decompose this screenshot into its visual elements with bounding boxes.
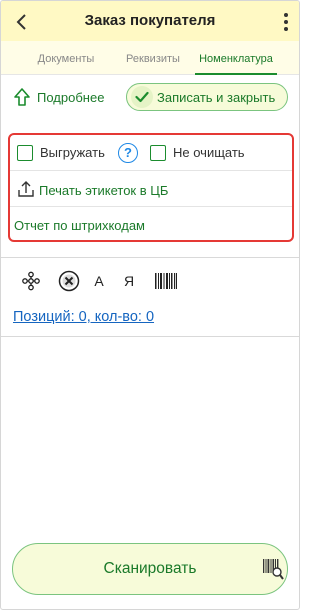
barcode-scanner-icon <box>263 559 284 580</box>
save-and-close-label: Записать и закрыть <box>157 89 276 105</box>
page-title: Заказ покупателя <box>84 12 216 29</box>
divider <box>1 257 299 258</box>
options-checkbox-row: Выгружать ? Не очищать <box>10 135 292 171</box>
no-clear-checkbox[interactable] <box>150 145 166 161</box>
tab-documents[interactable]: Документы <box>23 41 109 75</box>
options-panel: Выгружать ? Не очищать Печать этикеток в… <box>8 133 294 242</box>
sort-desc-letter: Я <box>123 273 135 289</box>
checkmark-icon <box>131 86 153 108</box>
scan-button[interactable]: Сканировать <box>12 543 288 595</box>
tab-requisites[interactable]: Реквизиты <box>115 41 191 75</box>
divider <box>1 336 299 337</box>
clear-button[interactable] <box>57 267 81 295</box>
menu-dot-icon <box>284 13 288 17</box>
print-labels-link[interactable]: Печать этикеток в ЦБ <box>39 183 168 198</box>
upload-icon <box>18 181 34 197</box>
scan-label: Сканировать <box>103 560 197 577</box>
sort-ascending-button[interactable]: А <box>91 267 107 295</box>
chevron-left-icon <box>16 14 26 30</box>
print-labels-row[interactable]: Печать этикеток в ЦБ <box>10 171 292 207</box>
more-menu-button[interactable] <box>279 9 293 35</box>
barcode-report-row[interactable]: Отчет по штрихкодам <box>10 207 292 242</box>
details-label: Подробнее <box>37 89 105 105</box>
save-and-close-button[interactable]: Записать и закрыть <box>126 83 288 111</box>
hierarchy-button[interactable] <box>19 267 43 295</box>
positions-summary-link[interactable]: Позиций: 0, кол-во: 0 <box>13 309 154 325</box>
barcode-button[interactable] <box>153 267 179 295</box>
menu-dot-icon <box>284 20 288 24</box>
details-button[interactable]: Подробнее <box>13 85 104 109</box>
close-circle-icon <box>58 270 80 292</box>
export-checkbox[interactable] <box>17 145 33 161</box>
list-toolbar: А Я <box>1 267 299 297</box>
help-icon[interactable]: ? <box>118 143 138 163</box>
action-row: Подробнее Записать и закрыть <box>1 75 299 121</box>
hierarchy-icon <box>22 271 40 291</box>
app-header: Заказ покупателя <box>1 1 299 41</box>
tab-bar: Документы Реквизиты Номенклатура <box>1 41 299 75</box>
app-window: Заказ покупателя Документы Реквизиты Ном… <box>0 0 300 610</box>
barcode-icon <box>155 273 177 289</box>
barcode-report-link[interactable]: Отчет по штрихкодам <box>14 218 145 233</box>
export-label: Выгружать <box>40 145 105 160</box>
back-button[interactable] <box>9 9 35 35</box>
no-clear-label: Не очищать <box>173 145 245 160</box>
tab-nomenclature[interactable]: Номенклатура <box>195 41 277 75</box>
menu-dot-icon <box>284 27 288 31</box>
sort-descending-button[interactable]: Я <box>121 267 137 295</box>
arrow-up-icon <box>14 88 30 106</box>
sort-asc-letter: А <box>94 273 104 289</box>
